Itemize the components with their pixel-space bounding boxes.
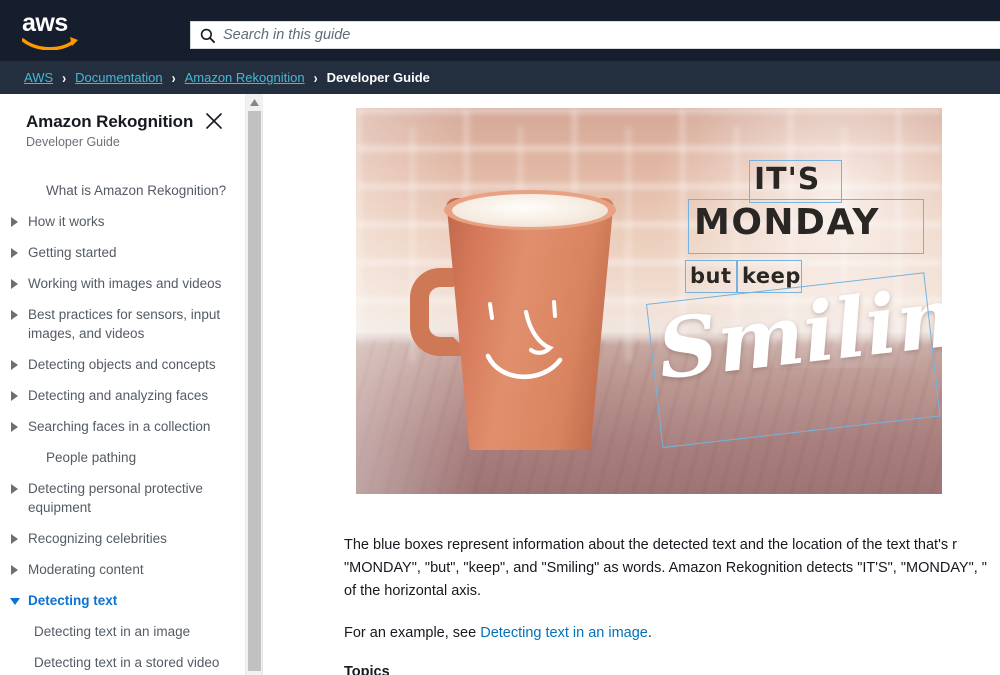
detected-text-figure: IT'S MONDAY but keep Smiling [356,108,942,494]
chevron-right-icon[interactable] [10,212,24,231]
sidebar-subtitle: Developer Guide [26,135,120,149]
sidebar-item-label: Getting started [28,245,117,260]
chevron-right-icon[interactable] [10,305,24,324]
paragraph-example: For an example, see Detecting text in an… [344,622,1000,645]
sidebar-item-label: How it works [28,214,105,229]
sidebar-item-detecting-text-in-a-stored-video[interactable]: Detecting text in a stored video [0,647,239,675]
sidebar-item-label: Moderating content [28,562,144,577]
sidebar-item-getting-started[interactable]: Getting started [0,237,239,268]
global-header: aws [0,0,1000,61]
link-detecting-text-in-an-image[interactable]: Detecting text in an image [480,625,648,641]
scrollbar-thumb[interactable] [248,111,261,671]
aws-logo[interactable]: aws [20,10,88,52]
breadcrumb-item-aws[interactable]: AWS [24,70,53,85]
sidebar-item-label: Detecting personal protective equipment [28,481,203,515]
sidebar-item-label: Searching faces in a collection [28,419,211,434]
sidebar-item-label: What is Amazon Rekognition? [46,183,227,198]
sidebar-item-searching-faces-in-a-collection[interactable]: Searching faces in a collection [0,411,239,442]
sidebar-item-label: Detecting text in an image [34,624,191,639]
topics-heading: Topics [344,664,390,675]
paragraph-line-2: "MONDAY", "but", "keep", and "Smiling" a… [344,560,987,576]
body-text: The blue boxes represent information abo… [344,534,1000,675]
sidebar-item-label: Detecting text [28,593,118,608]
sidebar-item-working-with-images-and-videos[interactable]: Working with images and videos [0,268,239,299]
chevron-right-icon[interactable] [10,355,24,374]
sidebar-item-what-is-amazon-rekognition[interactable]: What is Amazon Rekognition? [0,175,239,206]
sidebar-item-recognizing-celebrities[interactable]: Recognizing celebrities [0,523,239,554]
sidebar-item-detecting-text[interactable]: Detecting text [0,585,239,616]
sidebar-item-label: Best practices for sensors, input images… [28,307,221,341]
aws-logo-wordmark: aws [22,8,68,37]
sidebar-item-detecting-and-analyzing-faces[interactable]: Detecting and analyzing faces [0,380,239,411]
sidebar-nav: What is Amazon Rekognition? How it works G… [0,175,245,675]
chevron-right-icon[interactable] [10,529,24,548]
search-icon [200,28,215,43]
breadcrumb-item-amazon-rekognition[interactable]: Amazon Rekognition [185,70,305,85]
sidebar-item-detecting-text-in-an-image[interactable]: Detecting text in an image [0,616,239,647]
search-input[interactable] [223,23,923,47]
breadcrumb-separator-icon: › [171,68,176,87]
breadcrumb-separator-icon: › [62,68,67,87]
smiley-face-drawing [485,300,563,380]
breadcrumb-separator-icon: › [313,68,318,87]
sidebar-item-label: Detecting text in a stored video [34,655,220,670]
sidebar-item-best-practices-for-sensors-input-images-and-videos[interactable]: Best practices for sensors, input images… [0,299,239,349]
paragraph-line-1: The blue boxes represent information abo… [344,537,957,553]
detection-box-its [749,160,842,203]
sidebar-title: Amazon Rekognition [26,112,194,131]
chevron-right-icon[interactable] [10,243,24,262]
breadcrumb-item-documentation[interactable]: Documentation [75,70,162,85]
mug-foam [452,194,608,227]
chevron-right-icon[interactable] [10,274,24,293]
sidebar-item-detecting-personal-protective-equipment[interactable]: Detecting personal protective equipment [0,473,239,523]
coffee-mug [408,190,648,460]
aws-logo-smile-icon [22,36,78,50]
chevron-right-icon[interactable] [10,386,24,405]
sidebar-item-how-it-works[interactable]: How it works [0,206,239,237]
sidebar-item-label: Detecting and analyzing faces [28,388,209,403]
paragraph-line-3: of the horizontal axis. [344,583,482,599]
sidebar-scrollbar[interactable] [246,94,263,675]
chevron-right-icon[interactable] [10,417,24,436]
scroll-up-arrow-icon[interactable] [246,94,263,111]
chevron-right-icon[interactable] [10,479,24,498]
close-icon[interactable] [205,112,223,130]
sidebar-item-label: Recognizing celebrities [28,531,167,546]
chevron-down-icon[interactable] [10,591,24,610]
sidebar-item-label: People pathing [46,450,137,465]
sidebar: Amazon Rekognition Developer Guide What … [0,94,246,675]
sidebar-item-detecting-objects-and-concepts[interactable]: Detecting objects and concepts [0,349,239,380]
breadcrumb: AWS › Documentation › Amazon Rekognition… [0,61,1000,94]
breadcrumb-item-developer-guide: Developer Guide [326,70,430,85]
detection-box-monday [688,199,924,254]
sidebar-item-label: Working with images and videos [28,276,222,291]
sidebar-item-label: Detecting objects and concepts [28,357,216,372]
paragraph-blue-boxes: The blue boxes represent information abo… [344,534,1000,603]
sidebar-item-people-pathing[interactable]: People pathing [0,442,239,473]
detection-box-but [685,260,737,293]
sidebar-item-moderating-content[interactable]: Moderating content [0,554,239,585]
chevron-right-icon[interactable] [10,560,24,579]
example-suffix: . [647,625,652,641]
sidebar-header: Amazon Rekognition Developer Guide [0,94,245,149]
example-prefix: For an example, see [344,625,481,641]
main-content: IT'S MONDAY but keep Smiling The blue bo… [264,94,1000,675]
search-bar[interactable] [190,21,1000,49]
aws-docs-page: aws AWS › Documentation › Amazon Rekogni… [0,0,1000,675]
